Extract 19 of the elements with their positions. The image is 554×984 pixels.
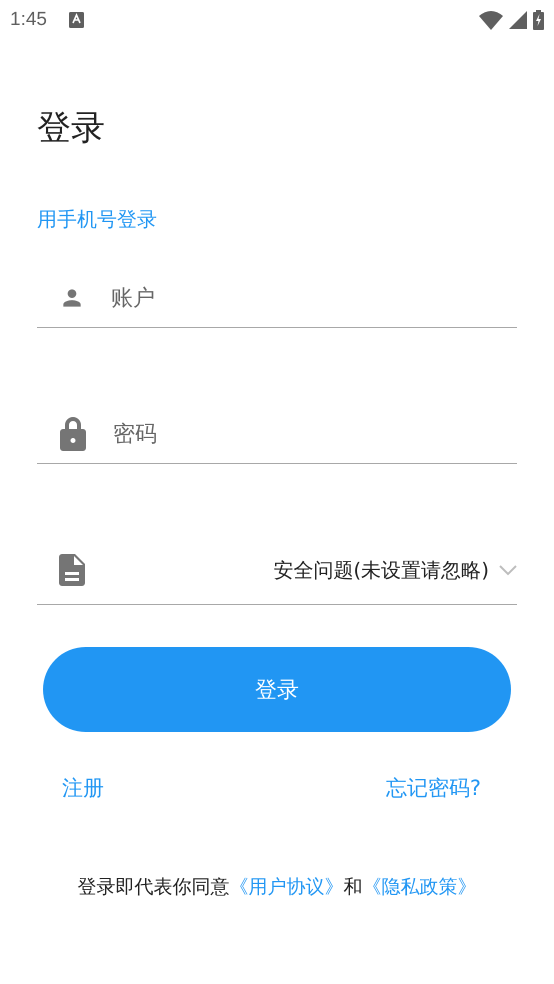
keyboard-icon <box>68 12 84 28</box>
phone-login-link[interactable]: 用手机号登录 <box>37 206 157 233</box>
chevron-down-icon <box>499 564 517 576</box>
page-title: 登录 <box>37 107 106 150</box>
signal-icon <box>509 11 527 29</box>
user-agreement-link[interactable]: 《用户协议》 <box>230 876 344 898</box>
login-button[interactable]: 登录 <box>43 647 511 732</box>
document-icon <box>59 554 85 586</box>
forgot-password-link[interactable]: 忘记密码? <box>386 774 481 802</box>
account-field[interactable]: 账户 <box>109 284 473 312</box>
password-field[interactable]: 密码 <box>111 420 475 448</box>
status-time: 1:45 <box>10 9 47 31</box>
lock-icon <box>59 417 87 451</box>
register-link[interactable]: 注册 <box>62 774 104 802</box>
battery-icon <box>533 10 544 30</box>
wifi-icon <box>479 10 503 30</box>
agreement-text: 登录即代表你同意《用户协议》和《隐私政策》 <box>76 875 478 900</box>
security-question-dropdown[interactable]: 安全问题(未设置请忽略) <box>37 536 517 605</box>
privacy-policy-link[interactable]: 《隐私政策》 <box>362 876 476 898</box>
